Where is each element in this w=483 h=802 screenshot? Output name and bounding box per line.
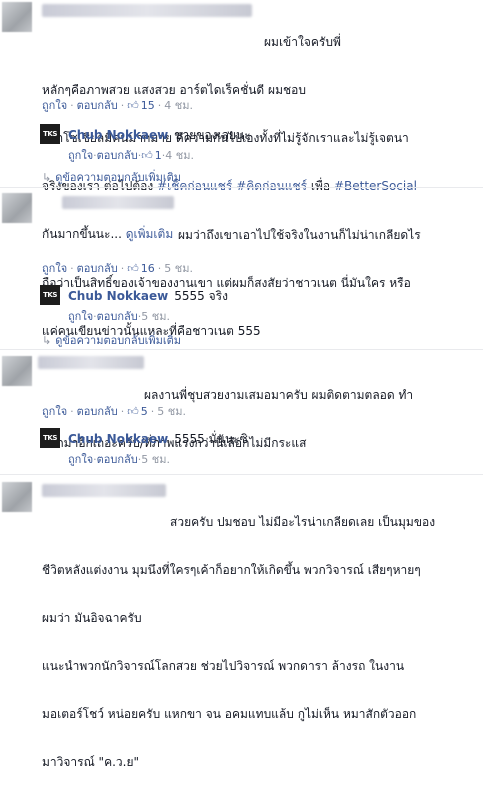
comment-line: ชีวิตหลังแต่งงาน มุมนึงที่ใครๆเค้าก็อยาก… <box>42 563 421 577</box>
reply-link[interactable]: ตอบกลับ <box>77 262 118 275</box>
reply-avatar[interactable]: TKS <box>40 124 60 144</box>
reply-avatar[interactable]: TKS <box>40 428 60 448</box>
reply-link[interactable]: ตอบกลับ <box>77 99 118 112</box>
like-count[interactable]: 1 <box>155 149 162 162</box>
like-count[interactable]: 15 <box>141 99 155 112</box>
separator-dot: · <box>157 99 162 112</box>
reply-link[interactable]: ตอบกลับ <box>97 149 138 162</box>
like-link[interactable]: ถูกใจ <box>42 405 67 418</box>
reply-author-name[interactable]: Chub Nokkaew <box>68 128 168 142</box>
like-link[interactable]: ถูกใจ <box>68 149 93 162</box>
timestamp[interactable]: 4 ชม. <box>165 149 194 162</box>
reply-author-name[interactable]: Chub Nokkaew <box>68 289 168 303</box>
separator-dot: · <box>150 405 155 418</box>
thumbs-up-icon[interactable]: 👍︎ <box>141 149 153 162</box>
like-count[interactable]: 5 <box>141 405 148 418</box>
reply-avatar[interactable]: TKS <box>40 285 60 305</box>
reply-text: ขายของเลยนะ <box>174 128 251 142</box>
reply-link[interactable]: ตอบกลับ <box>77 405 118 418</box>
comment-line: ผมเข้าใจครับพี่ <box>264 35 341 49</box>
more-replies-label[interactable]: ดูข้อความตอบกลับเพิ่มเติม <box>55 171 181 184</box>
avatar[interactable] <box>2 482 32 512</box>
timestamp[interactable]: 5 ชม. <box>141 310 170 323</box>
timestamp[interactable]: 4 ชม. <box>164 99 193 112</box>
reply-author-name[interactable]: Chub Nokkaew <box>68 432 168 446</box>
like-link[interactable]: ถูกใจ <box>42 99 67 112</box>
thumbs-up-icon[interactable]: 👍︎ <box>127 404 139 420</box>
divider <box>0 349 483 350</box>
avatar[interactable] <box>2 193 32 223</box>
more-replies-label[interactable]: ดูข้อความตอบกลับเพิ่มเติม <box>55 334 181 347</box>
comment-line: สวยครับ ปมชอบ ไม่มีอะไรน่าเกลียดเลย เป็น… <box>170 515 436 529</box>
comment-actions: ถูกใจ · ตอบกลับ · 👍︎ 16 · 5 ชม. <box>42 261 193 277</box>
reply-actions: ถูกใจ·ตอบกลับ·👍︎ 1·4 ชม. <box>68 146 194 164</box>
thumbs-up-icon[interactable]: 👍︎ <box>127 98 139 114</box>
reply-author[interactable]: Chub Nokkaew 5555 นั่นนะซิ <box>68 430 248 449</box>
like-link[interactable]: ถูกใจ <box>42 262 67 275</box>
reply-actions: ถูกใจ·ตอบกลับ·5 ชม. <box>68 450 170 468</box>
separator-dot: · <box>70 262 74 275</box>
hashtag-link[interactable]: #คิดก่อนแชร์ <box>236 179 307 193</box>
comment-text: สวยครับ ปมชอบ ไม่มีอะไรน่าเกลียดเลย เป็น… <box>42 482 467 802</box>
comment-actions: ถูกใจ · ตอบกลับ · 👍︎ 15 · 4 ชม. <box>42 98 193 114</box>
separator-dot: · <box>70 405 74 418</box>
separator-dot: · <box>120 262 125 275</box>
avatar[interactable] <box>2 2 32 32</box>
divider <box>0 187 483 188</box>
like-link[interactable]: ถูกใจ <box>68 453 93 466</box>
comment-line: หลักๆคือภาพสวย แสงสวย อาร์ตไดเร็คชั่นดี … <box>42 83 306 97</box>
separator-dot: · <box>70 99 74 112</box>
reply-text: 5555 จริง <box>174 289 228 303</box>
reply-actions: ถูกใจ·ตอบกลับ·5 ชม. <box>68 307 170 325</box>
timestamp[interactable]: 5 ชม. <box>157 405 186 418</box>
thumbs-up-icon[interactable]: 👍︎ <box>127 261 139 277</box>
reply-link[interactable]: ตอบกลับ <box>97 310 138 323</box>
timestamp[interactable]: 5 ชม. <box>164 262 193 275</box>
separator-dot: · <box>120 405 125 418</box>
reply-link[interactable]: ตอบกลับ <box>97 453 138 466</box>
like-count[interactable]: 16 <box>141 262 155 275</box>
more-replies-link[interactable]: ↳ ดูข้อความตอบกลับเพิ่มเติม <box>42 168 181 186</box>
comment-line-part: เพื่อ <box>310 179 331 193</box>
reply-arrow-icon: ↳ <box>42 171 52 184</box>
comment-line: มาวิจารณ์ "ค.ว.ย" <box>42 755 140 769</box>
more-replies-link[interactable]: ↳ ดูข้อความตอบกลับเพิ่มเติม <box>42 331 181 349</box>
reply-author[interactable]: Chub Nokkaew ขายของเลยนะ <box>68 126 251 145</box>
reply-author[interactable]: Chub Nokkaew 5555 จริง <box>68 287 228 306</box>
reply-arrow-icon: ↳ <box>42 334 52 347</box>
comment-line: ผมว่าถึงเขาเอาไปใช้จริงในงานก็ไม่น่าเกลี… <box>178 228 421 242</box>
separator-dot: · <box>120 99 125 112</box>
avatar[interactable] <box>2 356 32 386</box>
divider <box>0 474 483 475</box>
comment-line: มอเตอร์โชว์ หน่อยครับ แหกขา จน อคมแทบแล้… <box>42 707 417 721</box>
timestamp[interactable]: 5 ชม. <box>141 453 170 466</box>
separator-dot: · <box>157 262 162 275</box>
hashtag-link[interactable]: #BetterSocial <box>334 179 417 193</box>
reply-text: 5555 นั่นนะซิ <box>174 432 248 446</box>
comment-line: ผลงานพี่ชุบสวยงามเสมอมาครับ ผมติดตามตลอด… <box>144 388 414 402</box>
comment-line: ผมว่า มันอิจฉาครับ <box>42 611 142 625</box>
comment-line: แนะนำพวกนักวิจารณ์โลกสวย ช่วยไปวิจารณ์ พ… <box>42 659 405 673</box>
like-link[interactable]: ถูกใจ <box>68 310 93 323</box>
comment-actions: ถูกใจ · ตอบกลับ · 👍︎ 5 · 5 ชม. <box>42 404 186 420</box>
